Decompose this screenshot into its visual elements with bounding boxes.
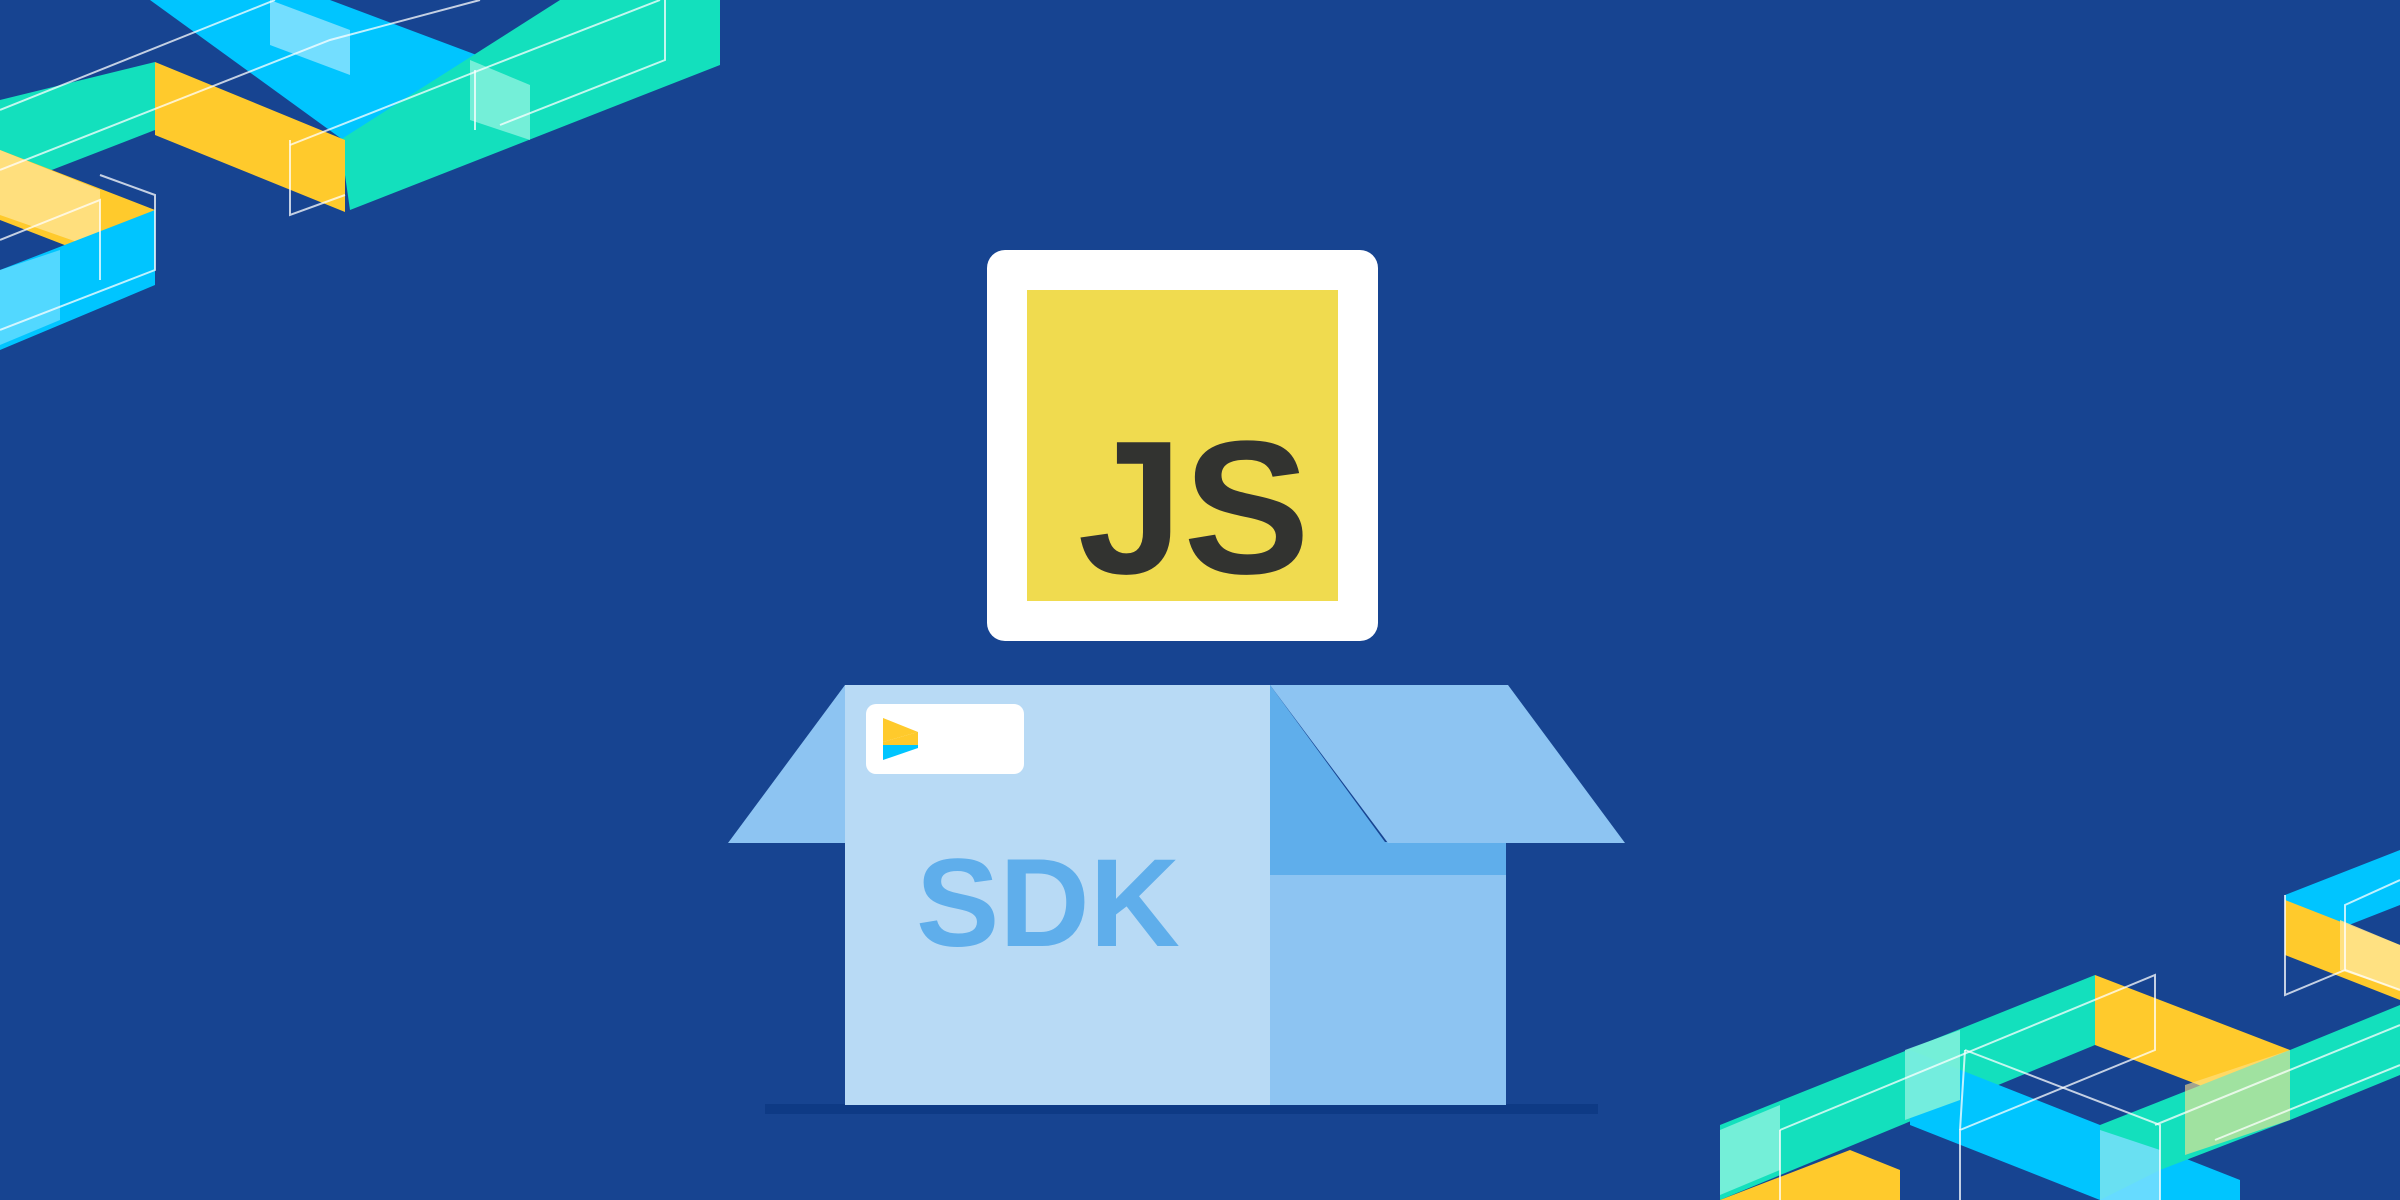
box-tag — [866, 704, 1024, 774]
js-badge-text: JS — [1078, 402, 1310, 614]
box-right-side — [1270, 845, 1506, 1105]
floor-line — [765, 1104, 1598, 1114]
hero-illustration: SDK JS — [0, 0, 2400, 1200]
top-left-stripes-decoration — [0, 0, 720, 350]
sdk-label: SDK — [916, 834, 1180, 973]
sdk-box: SDK — [728, 685, 1625, 1105]
illustration-canvas: SDK JS — [0, 0, 2400, 1200]
box-left-flap — [728, 685, 845, 843]
bottom-right-stripes-decoration — [1720, 850, 2400, 1200]
javascript-logo-icon: JS — [987, 250, 1378, 641]
